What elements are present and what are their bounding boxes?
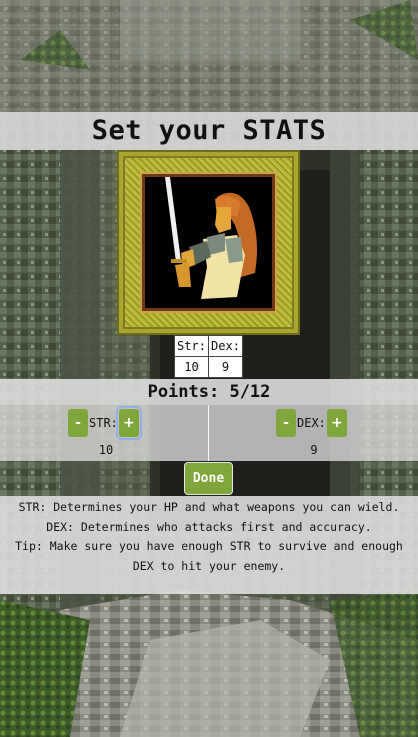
dex-label: DEX: xyxy=(297,416,326,430)
str-plus-button[interactable]: + xyxy=(115,406,142,440)
info-panel: STR: Determines your HP and what weapons… xyxy=(0,496,418,594)
dex-table-value: 9 xyxy=(208,356,243,378)
str-header: Str: xyxy=(174,335,209,357)
points-banner: Points: 5/12 xyxy=(0,379,418,405)
done-button[interactable]: Done xyxy=(184,462,233,495)
table-row: 10 9 xyxy=(174,356,243,378)
str-label: STR: xyxy=(89,416,118,430)
stat-summary-table: Str: Dex: 10 9 xyxy=(174,335,243,378)
dex-control: - DEX: + xyxy=(276,409,347,437)
str-table-value: 10 xyxy=(174,356,209,378)
str-value: 10 xyxy=(98,443,114,457)
table-row: Str: Dex: xyxy=(174,335,243,357)
dex-header: Dex: xyxy=(208,335,243,357)
screen-title: Set your STATS xyxy=(91,115,327,146)
dex-minus-button[interactable]: - xyxy=(276,409,296,437)
stat-controls: - STR: + 10 - DEX: + 9 xyxy=(0,405,418,461)
title-banner: Set your STATS xyxy=(0,112,418,150)
str-minus-button[interactable]: - xyxy=(68,409,88,437)
dex-value: 9 xyxy=(310,443,318,457)
str-control: - STR: + xyxy=(68,406,142,440)
controls-divider xyxy=(208,405,209,461)
warrior-portrait-icon xyxy=(165,177,257,299)
dex-plus-button[interactable]: + xyxy=(326,409,347,437)
portrait-canvas xyxy=(140,172,277,313)
str-description: STR: Determines your HP and what weapons… xyxy=(18,500,400,514)
points-label: Points: 5/12 xyxy=(147,382,271,402)
tip-text: Tip: Make sure you have enough STR to su… xyxy=(15,539,403,573)
portrait-frame xyxy=(117,150,300,335)
dex-description: DEX: Determines who attacks first and ac… xyxy=(46,519,372,534)
